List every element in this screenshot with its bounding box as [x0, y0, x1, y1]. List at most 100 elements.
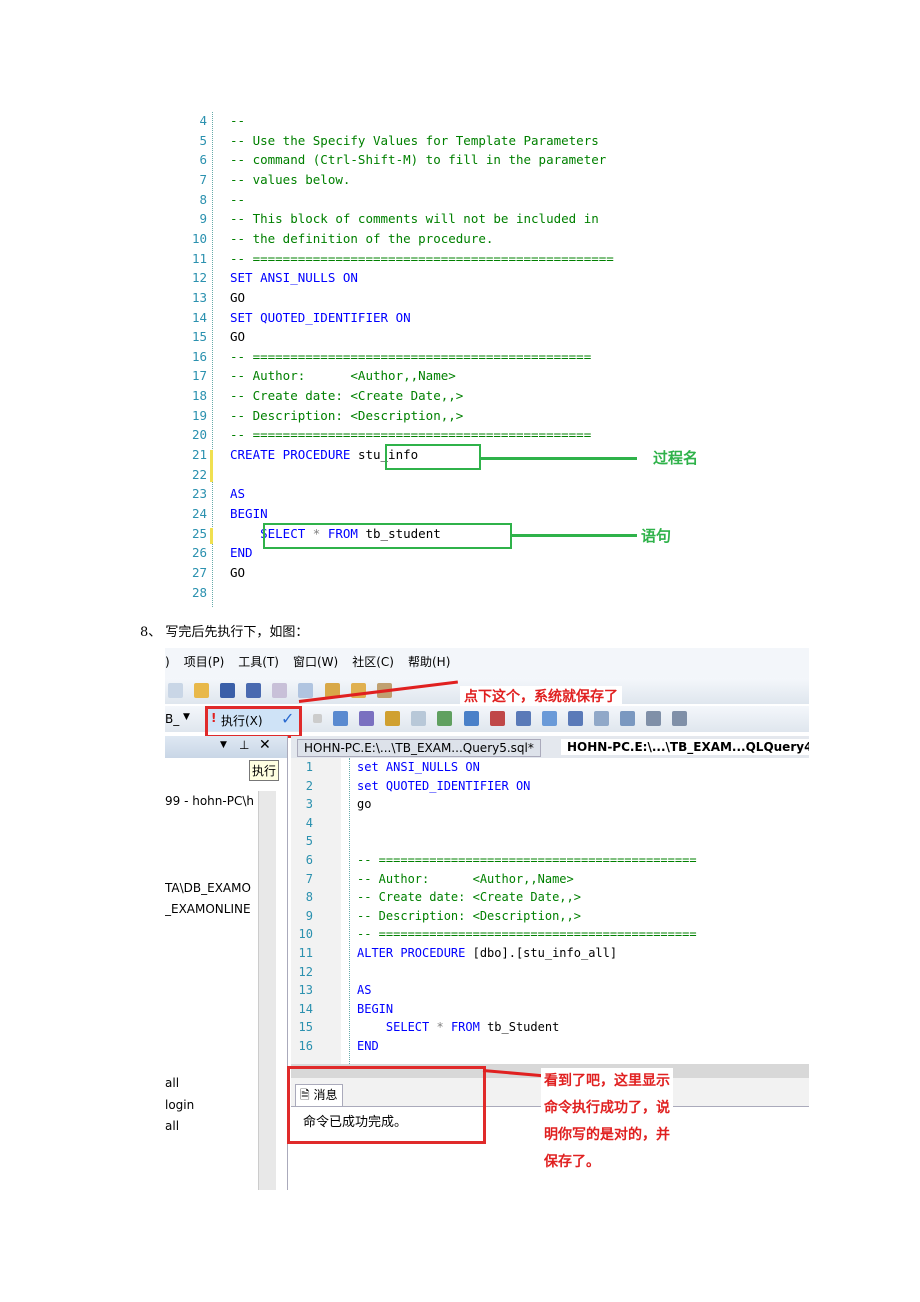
document-icon[interactable]	[298, 683, 314, 698]
line-number: 14	[191, 309, 207, 325]
tab-query4[interactable]: HOHN-PC.E:\...\TB_EXAM...QLQuery4.	[561, 739, 809, 755]
code-token: ALTER PROCEDURE	[357, 946, 473, 960]
code-line: -- Create date: <Create Date,,>	[230, 388, 463, 403]
line-number: 15	[191, 329, 207, 345]
open-folder-icon[interactable]	[194, 683, 210, 698]
code-token: BEGIN	[357, 1001, 394, 1016]
code-line: -- =====================================…	[357, 853, 697, 867]
results-text-icon[interactable]	[515, 711, 531, 726]
stop-icon[interactable]	[313, 714, 322, 723]
code-line: SELECT * FROM tb_Student	[357, 1020, 559, 1034]
line-number: 5	[305, 834, 313, 849]
font-icon[interactable]	[411, 711, 427, 726]
line-number: 12	[298, 964, 313, 979]
code-token: -- Author: <Author,,Name>	[357, 871, 574, 886]
menu-item[interactable]: 工具(T)	[238, 655, 279, 669]
line-number: 6	[199, 152, 207, 168]
code-token: AS	[357, 983, 372, 998]
code-token: -- =====================================…	[230, 348, 592, 364]
results-file-icon[interactable]	[567, 711, 583, 726]
line-number: 16	[298, 1039, 313, 1053]
code-line: END	[357, 1039, 379, 1053]
tab-query5[interactable]: HOHN-PC.E:\...\TB_EXAM...Query5.sql*	[297, 739, 541, 757]
code-token: SELECT	[357, 1020, 437, 1035]
code-line: -- Use the Specify Values for Template P…	[230, 133, 599, 148]
code-token: tb_Student	[487, 1020, 560, 1035]
code-token: SET ANSI_NULLS ON	[230, 270, 358, 286]
code-editor[interactable]: 1 set ANSI_NULLS ON 2 set QUOTED_IDENTIFIER…	[299, 758, 809, 1064]
new-icon[interactable]	[168, 683, 183, 698]
code-line: set ANSI_NULLS ON	[357, 760, 480, 774]
edit-icon[interactable]	[385, 711, 401, 726]
menu-item[interactable]: 窗口(W)	[293, 655, 338, 669]
annotation-line: 明你写的是对的，并	[544, 1127, 670, 1143]
results-icon[interactable]	[489, 711, 505, 726]
tree-item[interactable]: all	[165, 1076, 179, 1090]
chevron-down-icon[interactable]: ▼	[183, 712, 190, 722]
line-number: 24	[191, 506, 207, 521]
code-token: *	[436, 1020, 451, 1035]
query-icon[interactable]	[333, 711, 349, 726]
results-grid-icon[interactable]	[541, 711, 557, 726]
line-number: 20	[191, 427, 207, 443]
tree-item[interactable]: all	[165, 1119, 179, 1133]
code-token: -- the definition of the procedure.	[230, 230, 494, 246]
tree-item[interactable]: TA\DB_EXAMO	[165, 881, 251, 895]
code-token: -- Create date: <Create Date,,>	[357, 890, 581, 905]
indent-icon[interactable]	[646, 711, 662, 726]
line-number: 11	[191, 250, 207, 266]
annotation-line: 看到了吧，这里显示	[544, 1073, 670, 1089]
code-token: -- Description: <Description,,>	[230, 407, 464, 423]
line-number: 27	[191, 564, 207, 580]
vertical-scrollbar[interactable]	[258, 791, 276, 1190]
query-icon[interactable]	[359, 711, 375, 726]
code-line: END	[230, 545, 253, 560]
highlight-box-message	[287, 1066, 486, 1144]
chevron-down-icon[interactable]: ▼	[220, 740, 227, 750]
code-token: go	[357, 797, 372, 812]
code-token: --	[230, 191, 246, 207]
close-icon[interactable]: ✕	[259, 737, 271, 753]
line-number: 3	[305, 797, 313, 812]
line-number: 18	[191, 388, 207, 404]
code-token: FROM	[450, 1020, 488, 1035]
code-token: -- =====================================…	[357, 927, 697, 942]
code-line: -- Description: <Description,,>	[357, 909, 581, 923]
outdent-icon[interactable]	[672, 711, 688, 726]
code-token: --	[230, 113, 246, 128]
annotation-statement: 语句	[641, 527, 672, 545]
line-number: 25	[191, 525, 207, 541]
pin-icon[interactable]: ⊥	[239, 738, 249, 752]
line-number: 22	[191, 466, 207, 482]
line-number: 4	[305, 815, 313, 830]
code-line: GO	[230, 329, 245, 344]
uncomment-icon[interactable]	[620, 711, 636, 726]
menu-bar: ) 项目(P) 工具(T) 窗口(W) 社区(C) 帮助(H)	[165, 648, 809, 678]
plan-icon[interactable]	[437, 711, 453, 726]
code-line: AS	[357, 983, 371, 997]
save-all-icon[interactable]	[246, 683, 262, 698]
menu-item[interactable]: 社区(C)	[352, 655, 394, 669]
line-number: 8	[305, 890, 313, 905]
code-line: set QUOTED_IDENTIFIER ON	[357, 779, 530, 793]
tree-item[interactable]: _EXAMONLINE	[165, 902, 251, 916]
code-token: GO	[230, 329, 246, 345]
code-token: -- Description: <Description,,>	[357, 908, 581, 923]
line-number: 13	[191, 289, 207, 305]
menu-item[interactable]: 项目(P)	[184, 655, 225, 669]
copy-icon[interactable]	[272, 683, 288, 698]
comment-icon[interactable]	[594, 711, 610, 726]
tree-item[interactable]: 99 - hohn-PC\h	[165, 794, 254, 808]
tree-item[interactable]: login	[165, 1098, 194, 1112]
code-token: -- This block of comments will not be in…	[230, 211, 599, 227]
stats-icon[interactable]	[463, 711, 479, 726]
db-selector[interactable]: B_	[165, 712, 179, 726]
save-icon[interactable]	[220, 683, 236, 698]
code-line: -- Author: <Author,,Name>	[357, 872, 574, 886]
code-token: END	[230, 545, 253, 561]
menu-item[interactable]: )	[165, 655, 170, 669]
code-token: set QUOTED_IDENTIFIER ON	[357, 778, 531, 793]
panel-header: ▼ ⊥ ✕	[165, 736, 287, 758]
code-token: GO	[230, 564, 246, 580]
menu-item[interactable]: 帮助(H)	[408, 655, 450, 669]
